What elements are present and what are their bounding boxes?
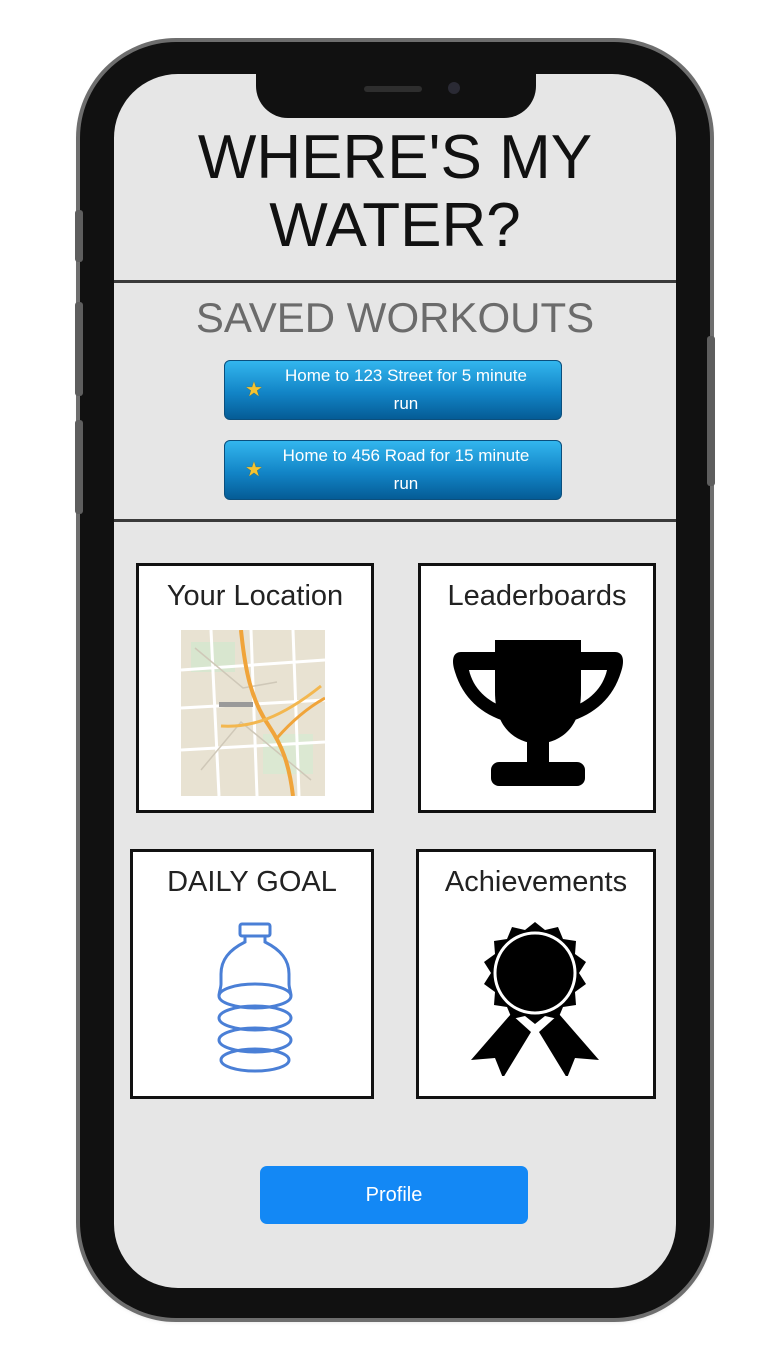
trophy-icon — [453, 640, 623, 786]
your-location-tile[interactable]: Your Location — [136, 563, 374, 813]
saved-workout-button[interactable]: ★ Home to 123 Street for 5 minute run — [224, 360, 562, 420]
side-button — [75, 210, 83, 262]
award-ribbon-icon — [471, 922, 599, 1076]
power-button — [707, 336, 715, 486]
phone-screen: WHERE'S MY WATER? SAVED WORKOUTS ★ Home … — [114, 74, 676, 1288]
app-title: WHERE'S MY WATER? — [197, 123, 593, 260]
speaker-grille — [364, 86, 422, 92]
saved-workouts-heading: SAVED WORKOUTS — [195, 294, 595, 341]
daily-goal-label: DAILY GOAL — [167, 866, 337, 898]
water-bottle-icon — [217, 922, 293, 1073]
achievements-label: Achievements — [444, 866, 628, 898]
map-icon — [181, 630, 325, 796]
saved-workout-label: Home to 123 Street for 5 minute run — [285, 366, 527, 413]
achievements-tile[interactable]: Achievements — [416, 849, 656, 1099]
workouts-divider — [114, 519, 676, 522]
saved-workout-label: Home to 456 Road for 15 minute run — [282, 446, 530, 493]
leaderboards-label: Leaderboards — [447, 580, 627, 612]
volume-up-button — [75, 302, 83, 396]
header-divider — [114, 280, 676, 283]
saved-workout-button[interactable]: ★ Home to 456 Road for 15 minute run — [224, 440, 562, 500]
front-camera — [448, 82, 460, 94]
daily-goal-tile[interactable]: DAILY GOAL — [130, 849, 374, 1099]
volume-down-button — [75, 420, 83, 514]
star-icon: ★ — [245, 459, 263, 481]
phone-notch — [256, 60, 536, 118]
profile-button[interactable]: Profile — [260, 1166, 528, 1224]
leaderboards-tile[interactable]: Leaderboards — [418, 563, 656, 813]
your-location-label: Your Location — [166, 580, 344, 612]
star-icon: ★ — [245, 379, 263, 401]
